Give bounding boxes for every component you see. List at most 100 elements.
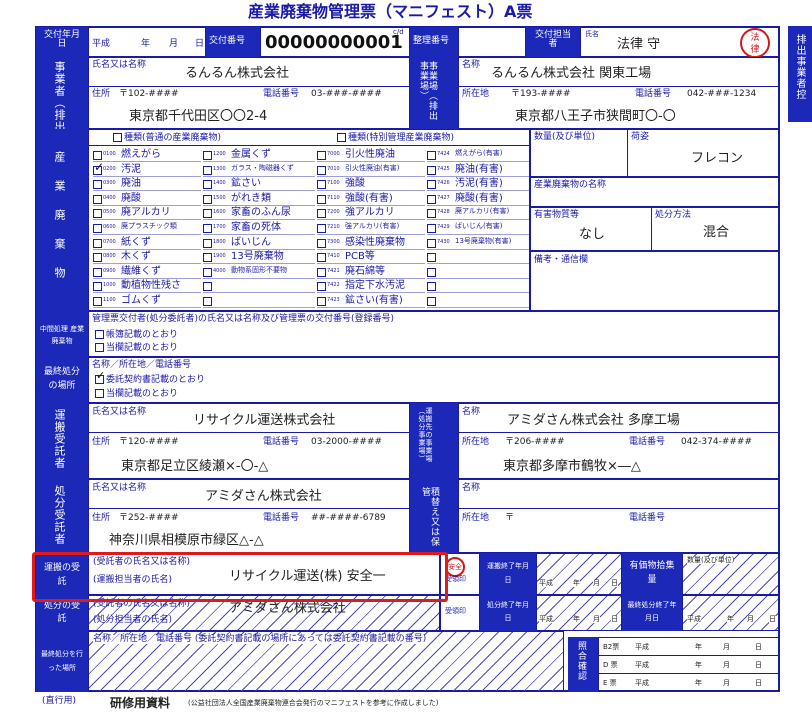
disposal-phone[interactable]: ##-####-6789: [311, 514, 386, 523]
waste-special-b-row[interactable]: 7429 ばいじん(有害): [427, 221, 529, 235]
emitter-zip[interactable]: 〒102-####: [119, 90, 179, 99]
final-done-date[interactable]: 平成 年 月 日: [682, 595, 779, 631]
waste-normal-a-checkbox[interactable]: [93, 253, 102, 263]
waste-special-b-row[interactable]: 7425 廃油(有害): [427, 163, 529, 177]
waste-normal-b-row[interactable]: 1900 13号廃棄物: [203, 250, 315, 265]
waste-special-a-checkbox[interactable]: [317, 209, 326, 219]
shape-value[interactable]: フレコン: [691, 152, 743, 165]
waste-special-a-row[interactable]: 7423 鉱さい(有害): [317, 294, 425, 308]
emitter-address-value[interactable]: 東京都千代田区〇〇2-4: [129, 110, 267, 123]
waste-normal-a-checkbox[interactable]: ✓: [93, 160, 104, 175]
transport-done-date[interactable]: 平成 年 月 日: [536, 553, 622, 595]
waste-special-b-checkbox[interactable]: [427, 209, 436, 219]
waste-normal-a-row[interactable]: 0500 廃アルカリ: [93, 206, 201, 221]
normal-type-checkbox[interactable]: [113, 133, 122, 142]
transport-dest-phone[interactable]: 042-374-####: [681, 438, 752, 447]
waste-normal-a-row[interactable]: 1000 動植物性残さ: [93, 279, 201, 294]
waste-special-a-row[interactable]: 7200 強アルカリ: [317, 206, 425, 221]
waste-special-b-checkbox[interactable]: [427, 238, 436, 248]
waste-normal-a-row[interactable]: 0800 木くず: [93, 250, 201, 265]
waste-special-b-checkbox[interactable]: [427, 282, 436, 292]
waste-normal-a-row[interactable]: 0400 廃酸: [93, 192, 201, 206]
intermediate-opt2-checkbox[interactable]: [95, 343, 104, 352]
final-site-opt2-checkbox[interactable]: [95, 389, 104, 398]
waste-normal-b-checkbox[interactable]: [203, 238, 212, 248]
waste-normal-a-checkbox[interactable]: [93, 194, 102, 204]
transport-name-value[interactable]: リサイクル運送株式会社: [193, 414, 335, 427]
waste-normal-a-row[interactable]: 0600 廃プラスチック類: [93, 221, 201, 235]
site-name-value[interactable]: るんるん株式会社 関東工場: [491, 67, 651, 80]
transport-phone[interactable]: 03-2000-####: [311, 438, 382, 447]
waste-special-b-row[interactable]: 7430 13号廃棄物(有害): [427, 236, 529, 250]
waste-normal-b-row[interactable]: [203, 294, 315, 308]
waste-normal-a-checkbox[interactable]: [93, 209, 102, 219]
waste-normal-b-row[interactable]: 1800 ばいじん: [203, 236, 315, 250]
waste-special-b-row[interactable]: 7428 廃アルカリ(有害): [427, 206, 529, 221]
hazard-value[interactable]: なし: [579, 228, 605, 241]
waste-special-a-checkbox[interactable]: [317, 297, 326, 306]
waste-special-b-checkbox[interactable]: [427, 180, 436, 190]
waste-normal-b-checkbox[interactable]: [203, 194, 212, 204]
waste-special-b-row[interactable]: [427, 279, 529, 294]
waste-normal-b-checkbox[interactable]: [203, 253, 212, 263]
waste-special-a-checkbox[interactable]: [317, 282, 326, 292]
waste-special-a-row[interactable]: 7422 指定下水汚泥: [317, 279, 425, 294]
verify-row[interactable]: E 票 平成 年 月 日: [599, 674, 778, 692]
waste-special-a-checkbox[interactable]: [317, 224, 326, 233]
waste-normal-a-checkbox[interactable]: [93, 267, 102, 277]
waste-special-a-checkbox[interactable]: [317, 267, 326, 277]
waste-normal-a-row[interactable]: 0700 紙くず: [93, 236, 201, 250]
disposal-done-date[interactable]: 平成 年 月 日: [536, 595, 622, 631]
waste-special-b-row[interactable]: 7424 燃えがら(有害): [427, 148, 529, 162]
waste-name-block[interactable]: 産業廃棄物の名称: [530, 177, 779, 207]
site-phone[interactable]: 042-###-1234: [687, 90, 756, 99]
method-value[interactable]: 混合: [703, 226, 729, 239]
transport-dest-name-value[interactable]: アミダさん株式会社 多摩工場: [507, 414, 680, 427]
waste-normal-b-row[interactable]: [203, 279, 315, 294]
waste-special-a-checkbox[interactable]: [317, 253, 326, 263]
waste-special-b-checkbox[interactable]: [427, 253, 436, 263]
waste-special-a-checkbox[interactable]: [317, 151, 326, 160]
waste-special-b-checkbox[interactable]: [427, 151, 436, 160]
waste-normal-a-row[interactable]: ✓ 0200 汚泥: [93, 160, 201, 177]
waste-normal-a-checkbox[interactable]: [93, 224, 102, 233]
waste-special-b-checkbox[interactable]: [427, 224, 436, 233]
waste-normal-b-checkbox[interactable]: [203, 282, 212, 292]
waste-normal-b-row[interactable]: 1600 家畜のふん尿: [203, 206, 315, 221]
valuables-qty[interactable]: 数量(及び単位): [682, 553, 779, 595]
waste-special-a-row[interactable]: 7000 引火性廃油: [317, 148, 425, 162]
waste-special-a-row[interactable]: 7110 強酸(有害): [317, 192, 425, 206]
verify-row[interactable]: B2票 平成 年 月 日: [599, 638, 778, 656]
waste-special-b-row[interactable]: [427, 250, 529, 265]
waste-special-b-row[interactable]: [427, 265, 529, 279]
waste-special-b-row[interactable]: [427, 294, 529, 308]
waste-special-b-checkbox[interactable]: [427, 194, 436, 204]
waste-normal-a-checkbox[interactable]: [93, 282, 102, 292]
waste-normal-b-row[interactable]: 1400 鉱さい: [203, 177, 315, 192]
waste-special-a-row[interactable]: 7210 強アルカリ(有害): [317, 221, 425, 235]
transport-dest-address-value[interactable]: 東京都多摩市鶴牧×―△: [503, 460, 641, 473]
verify-row[interactable]: D 票 平成 年 月 日: [599, 656, 778, 674]
issue-date-field[interactable]: 平成 年 月 日: [88, 27, 206, 57]
site-zip[interactable]: 〒193-####: [511, 90, 571, 99]
issue-no-field[interactable]: 00000000001 c/d: [260, 27, 410, 57]
waste-special-b-row[interactable]: 7426 汚泥(有害): [427, 177, 529, 192]
waste-special-b-checkbox[interactable]: [427, 165, 436, 175]
waste-normal-b-checkbox[interactable]: [203, 180, 212, 190]
waste-special-a-row[interactable]: 7100 強酸: [317, 177, 425, 192]
waste-normal-b-row[interactable]: 4000 動物系固形不要物: [203, 265, 315, 279]
waste-special-a-checkbox[interactable]: [317, 165, 326, 175]
waste-normal-a-checkbox[interactable]: [93, 238, 102, 248]
waste-normal-b-checkbox[interactable]: [203, 165, 212, 175]
waste-normal-a-row[interactable]: 0300 廃油: [93, 177, 201, 192]
waste-normal-a-row[interactable]: 0100 燃えがら: [93, 148, 201, 162]
remarks-block[interactable]: 備考・通信欄: [530, 251, 779, 311]
disposal-address-value[interactable]: 神奈川県相模原市緑区△-△: [109, 534, 264, 547]
waste-special-a-row[interactable]: 7410 PCB等: [317, 250, 425, 265]
disposal-zip[interactable]: 〒252-####: [119, 514, 179, 523]
waste-normal-a-row[interactable]: 0900 繊維くず: [93, 265, 201, 279]
waste-normal-b-checkbox[interactable]: [203, 151, 212, 160]
waste-special-a-row[interactable]: 7010 引火性廃油(有害): [317, 163, 425, 177]
ref-no-field[interactable]: [458, 27, 526, 57]
emitter-phone[interactable]: 03-###-####: [311, 90, 382, 99]
